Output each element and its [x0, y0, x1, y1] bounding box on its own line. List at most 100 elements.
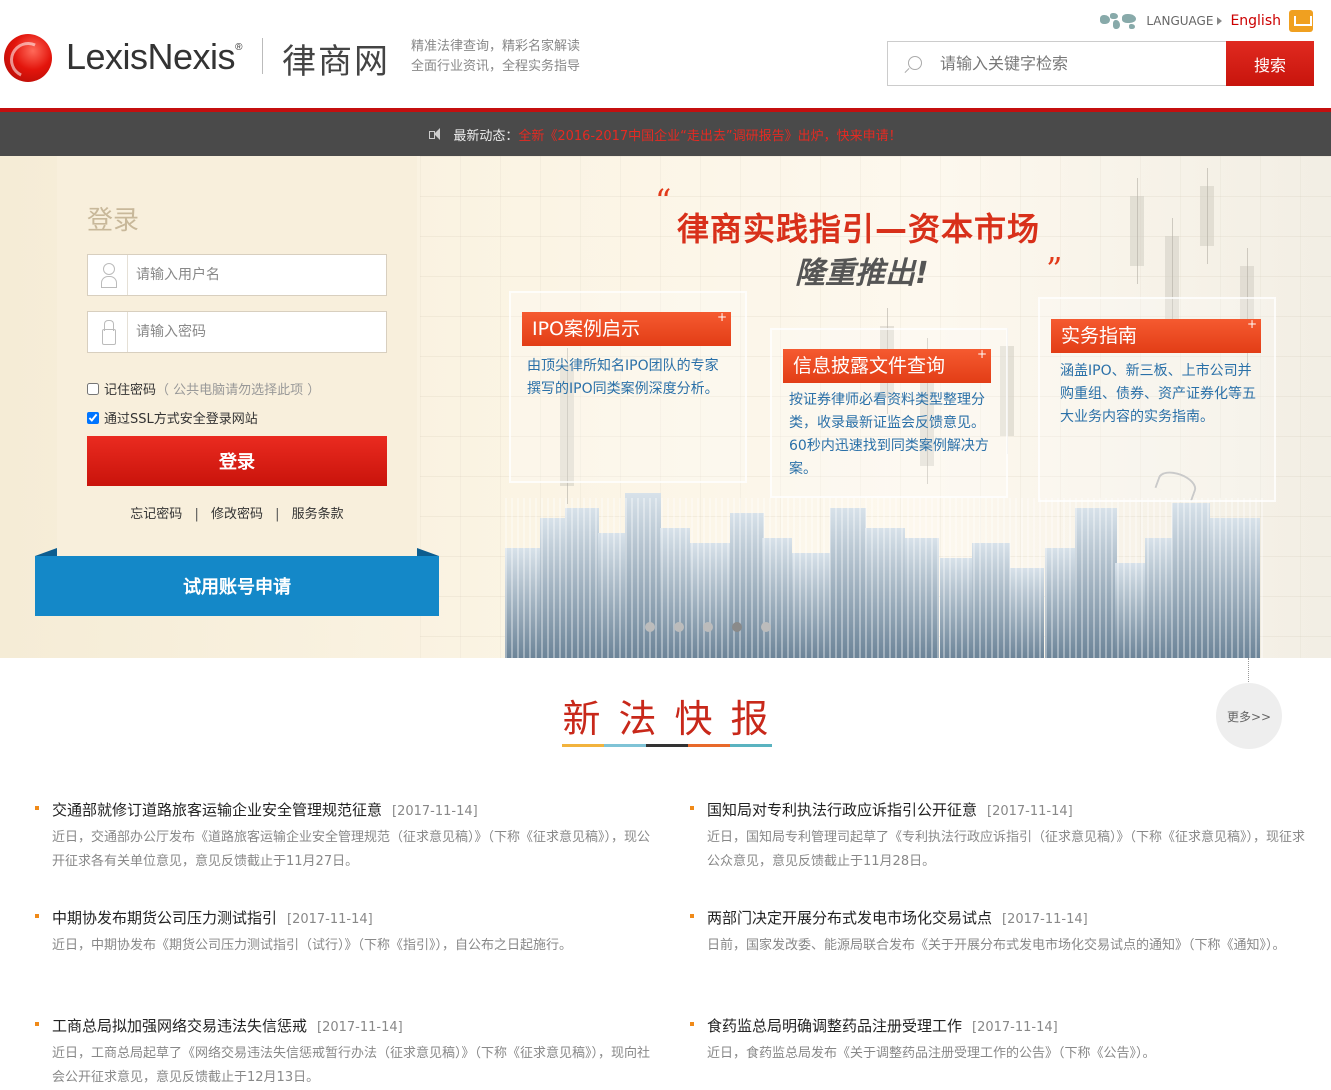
login-title: 登录	[87, 206, 140, 236]
news-item[interactable]: 交通部就修订道路旅客运输企业安全管理规范征意 [2017-11-14] 近日，交通…	[35, 799, 652, 874]
news-item[interactable]: 食药监总局明确调整药品注册受理工作 [2017-11-14] 近日，食药监总局发布…	[690, 1015, 1307, 1066]
banner-subtitle: 隆重推出!	[795, 256, 929, 291]
news-summary: 近日，国知局专利管理司起草了《专利执法行政应诉指引（征求意见稿）》（下称《征求意…	[707, 830, 1306, 869]
news-item[interactable]: 中期协发布期货公司压力测试指引 [2017-11-14] 近日，中期协发布《期货公…	[35, 907, 652, 958]
news-headline[interactable]: 工商总局拟加强网络交易违法失信惩戒	[52, 1017, 307, 1035]
logo-text[interactable]: LexisNexis®	[66, 36, 242, 78]
header: LexisNexis® 律商网 精准法律查询，精彩名家解读 全面行业资讯，全程实…	[0, 0, 1331, 108]
quote-close-mark: ”	[1046, 250, 1063, 288]
news-summary: 近日，交通部办公厅发布《道路旅客运输企业安全管理规范（征求意见稿）》（下称《征求…	[52, 830, 651, 869]
slogan-line-2: 全面行业资讯，全程实务指导	[411, 59, 581, 74]
slide-dot-1[interactable]	[645, 622, 655, 632]
english-link[interactable]: English	[1230, 13, 1281, 29]
speaker-icon	[429, 128, 443, 140]
news-item[interactable]: 国知局对专利执法行政应诉指引公开征意 [2017-11-14] 近日，国知局专利管…	[690, 799, 1307, 874]
logo-cn-name[interactable]: 律商网	[282, 34, 390, 83]
password-input[interactable]	[136, 312, 381, 352]
slide-dot-2[interactable]	[674, 622, 684, 632]
password-icon-cell	[88, 312, 128, 352]
news-date: [2017-11-14]	[987, 804, 1073, 819]
news-bullet	[35, 1022, 39, 1026]
slide-dot-4[interactable]	[732, 622, 742, 632]
card-text-ipo: 由顶尖律所知名IPO团队的专家撰写的IPO同类案例深度分析。	[527, 358, 719, 397]
lock-icon	[102, 320, 116, 345]
search-input[interactable]	[940, 42, 1220, 85]
language-label: LANGUAGE	[1146, 14, 1214, 28]
news-bullet	[35, 914, 39, 918]
news-bullet	[690, 1022, 694, 1026]
lexisnexis-logo-icon[interactable]	[4, 34, 52, 82]
underline-segment	[562, 744, 604, 747]
user-icon	[101, 263, 117, 288]
building-windows	[505, 498, 1265, 658]
news-headline[interactable]: 两部门决定开展分布式发电市场化交易试点	[707, 909, 992, 927]
news-headline[interactable]: 国知局对专利执法行政应诉指引公开征意	[707, 801, 977, 819]
link-separator: |	[194, 507, 199, 522]
card-text-practice: 涵盖IPO、新三板、上市公司并购重组、债券、资产证券化等五大业务内容的实务指南。	[1060, 363, 1256, 425]
cart-icon[interactable]	[1289, 10, 1313, 32]
candle-decoration	[1130, 178, 1144, 284]
search-box	[887, 41, 1227, 86]
logo-divider	[262, 38, 263, 74]
remember-password-checkbox[interactable]	[87, 382, 99, 395]
banner-title[interactable]: 律商实践指引—资本市场	[677, 204, 1040, 250]
title-underline	[562, 744, 772, 747]
more-dotted-line	[1248, 658, 1249, 682]
trial-account-button[interactable]: 试用账号申请	[35, 556, 439, 616]
announcement-label: 最新动态：	[453, 128, 519, 144]
announcement-link[interactable]: 全新《2016-2017中国企业“走出去”调研报告》出炉，快来申请！	[518, 125, 901, 144]
underline-segment	[688, 744, 730, 747]
slide-dots	[645, 622, 771, 632]
news-item[interactable]: 工商总局拟加强网络交易违法失信惩戒 [2017-11-14] 近日，工商总局起草了…	[35, 1015, 652, 1090]
underline-segment	[730, 744, 772, 747]
search-icon	[908, 56, 922, 70]
remember-password-hint: （ 公共电脑请勿选择此项 ）	[156, 383, 321, 398]
world-map-icon	[1098, 11, 1138, 31]
news-date: [2017-11-14]	[972, 1020, 1058, 1035]
news-date: [2017-11-14]	[287, 912, 373, 927]
slide-dot-3[interactable]	[703, 622, 713, 632]
link-separator: |	[275, 507, 280, 522]
ssl-login-label: 通过SSL方式安全登录网站	[104, 412, 258, 427]
search-button[interactable]: 搜索	[1226, 41, 1314, 86]
login-links: 忘记密码 | 修改密码 | 服务条款	[87, 503, 387, 522]
language-bar: LANGUAGE English	[1098, 10, 1313, 32]
remember-password-label: 记住密码	[104, 383, 157, 398]
forgot-password-link[interactable]: 忘记密码	[130, 507, 182, 522]
news-bullet	[690, 806, 694, 810]
news-headline[interactable]: 中期协发布期货公司压力测试指引	[52, 909, 277, 927]
ssl-login-checkbox[interactable]	[87, 411, 99, 424]
underline-segment	[604, 744, 646, 747]
news-item[interactable]: 两部门决定开展分布式发电市场化交易试点 [2017-11-14] 日前，国家发改委…	[690, 907, 1307, 958]
language-arrow-icon	[1217, 17, 1223, 25]
news-summary: 近日，中期协发布《期货公司压力测试指引（试行）》（下称《指引》），自公布之日起施…	[52, 938, 573, 953]
card-tag-practice: 实务指南	[1051, 307, 1261, 353]
password-field	[87, 311, 387, 353]
change-password-link[interactable]: 修改密码	[211, 507, 263, 522]
news-headline[interactable]: 交通部就修订道路旅客运输企业安全管理规范征意	[52, 801, 382, 819]
logo-name: LexisNexis	[66, 36, 236, 77]
card-tag-ipo: IPO案例启示	[522, 300, 731, 346]
announcement-bar: 最新动态： 全新《2016-2017中国企业“走出去”调研报告》出炉，快来申请！	[0, 112, 1331, 156]
news-bullet	[35, 806, 39, 810]
ribbon-fold-right	[417, 548, 439, 556]
news-summary: 近日，食药监总局发布《关于调整药品注册受理工作的公告》（下称《公告》）。	[707, 1046, 1156, 1061]
remember-password-row[interactable]: 记住密码 （ 公共电脑请勿选择此项 ）	[87, 379, 320, 398]
slogan-line-1: 精准法律查询，精彩名家解读	[411, 39, 581, 54]
slogan: 精准法律查询，精彩名家解读 全面行业资讯，全程实务指导	[411, 37, 580, 77]
terms-of-service-link[interactable]: 服务条款	[292, 507, 344, 522]
more-news-button[interactable]: 更多>>	[1216, 683, 1282, 749]
news-date: [2017-11-14]	[392, 804, 478, 819]
quote-open-mark: “	[655, 182, 672, 220]
login-button[interactable]: 登录	[87, 436, 387, 486]
candle-decoration	[1200, 168, 1214, 264]
ribbon-fold-left	[35, 548, 57, 556]
news-summary: 近日，工商总局起草了《网络交易违法失信惩戒暂行办法（征求意见稿）》（下称《征求意…	[52, 1046, 651, 1085]
ssl-login-row[interactable]: 通过SSL方式安全登录网站	[87, 408, 258, 427]
username-input[interactable]	[136, 255, 381, 295]
username-field	[87, 254, 387, 296]
slide-dot-5[interactable]	[761, 622, 771, 632]
news-headline[interactable]: 食药监总局明确调整药品注册受理工作	[707, 1017, 962, 1035]
card-tag-disclosure: 信息披露文件查询	[783, 337, 991, 383]
news-date: [2017-11-14]	[317, 1020, 403, 1035]
